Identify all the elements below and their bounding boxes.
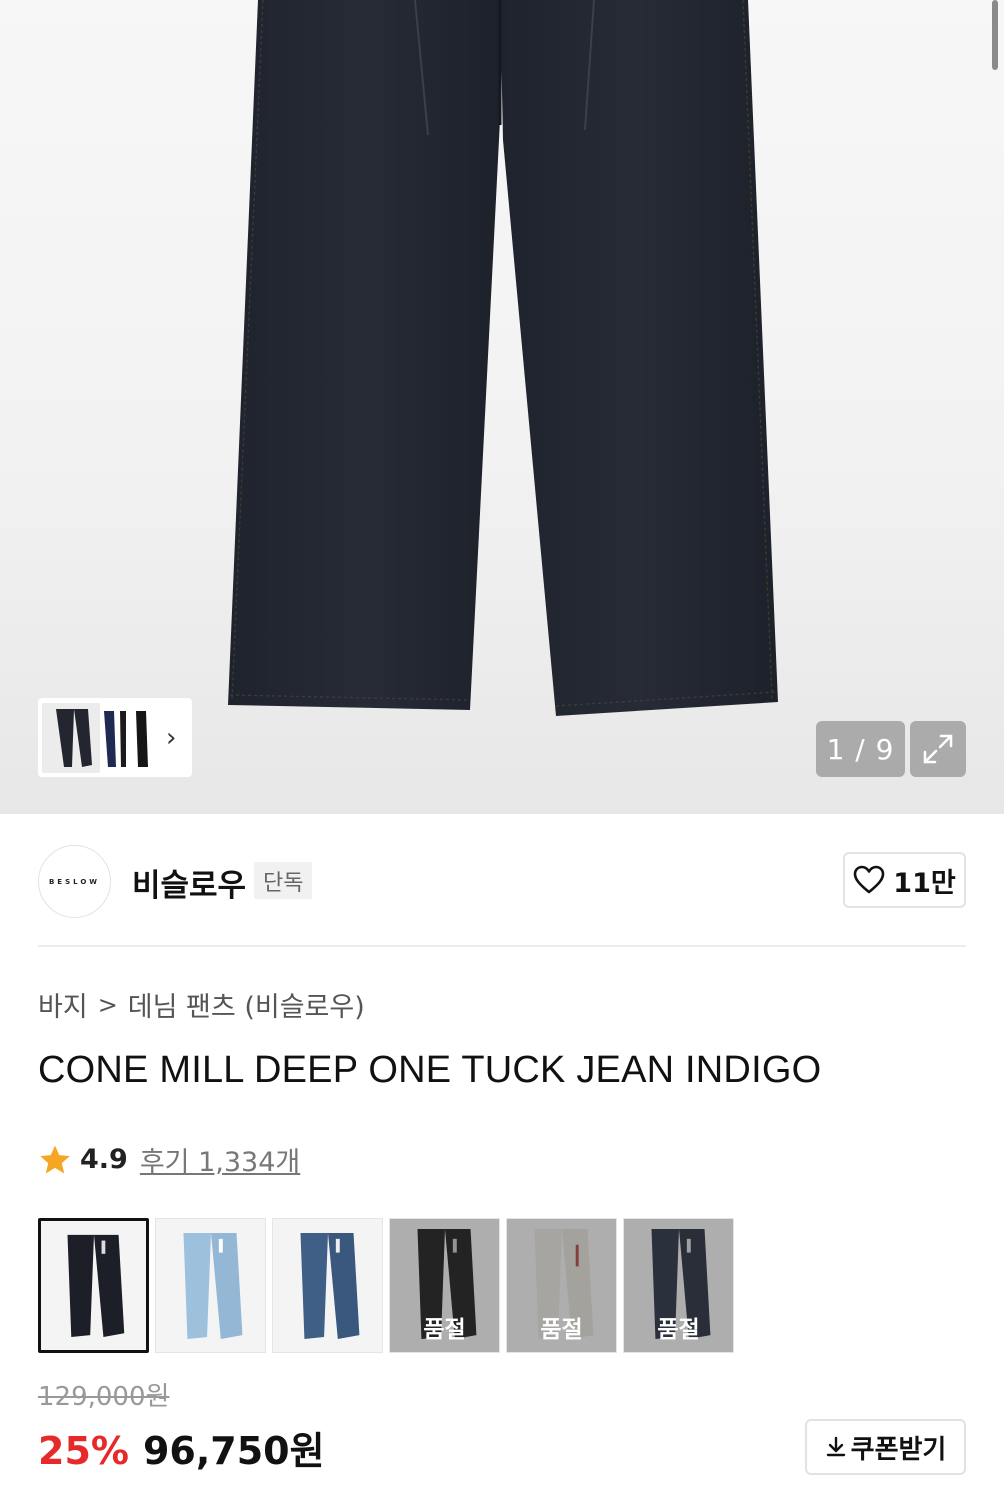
pants-swatch-image (300, 1232, 360, 1340)
sold-out-label: 품절 (657, 1317, 700, 1343)
brand-logo[interactable]: BESLOW (38, 845, 111, 918)
divider (38, 945, 966, 947)
like-button[interactable]: 11만 (843, 852, 966, 908)
original-price: 129,000원 (38, 1382, 170, 1412)
breadcrumb: 바지 > 데님 팬츠 (비슬로우) (38, 985, 365, 1024)
color-swatch-ecru[interactable]: 품절 (506, 1218, 617, 1353)
like-count: 11만 (893, 867, 956, 899)
color-options: 품절 품절 품절 (38, 1218, 734, 1353)
heart-outline-icon (853, 865, 885, 894)
review-count-link[interactable]: 후기 1,334개 (140, 1140, 300, 1179)
gallery-thumbnail-strip[interactable]: › (38, 698, 192, 777)
color-swatch-indigo-black[interactable] (38, 1218, 149, 1353)
exclusive-badge: 단독 (254, 862, 313, 899)
thumbnail-side[interactable] (100, 703, 156, 773)
brand-row: BESLOW 비슬로우 단독 11만 (38, 842, 966, 918)
color-swatch-light-blue[interactable] (155, 1218, 266, 1353)
pants-swatch-image (67, 1234, 125, 1338)
scrollbar[interactable] (992, 0, 998, 70)
coupon-download-button[interactable]: 쿠폰받기 (805, 1419, 966, 1475)
discount-rate: 25% (38, 1429, 129, 1473)
color-swatch-mid-blue[interactable] (272, 1218, 383, 1353)
download-icon (826, 1436, 845, 1457)
sold-out-label: 품절 (423, 1317, 466, 1343)
product-title: CONE MILL DEEP ONE TUCK JEAN INDIGO (38, 1049, 822, 1091)
star-icon (40, 1145, 70, 1173)
coupon-label: 쿠폰받기 (850, 1434, 947, 1465)
breadcrumb-item-denim[interactable]: 데님 팬츠 (비슬로우) (128, 985, 365, 1024)
chevron-right-icon[interactable]: › (166, 725, 176, 751)
pants-thumbnail-icon (56, 708, 92, 767)
sold-out-label: 품절 (540, 1317, 583, 1343)
chevron-right-icon: > (97, 990, 118, 1019)
rating-summary: 4.9 후기 1,334개 (38, 1140, 300, 1179)
breadcrumb-item-pants[interactable]: 바지 (38, 985, 88, 1024)
expand-button[interactable] (910, 721, 966, 777)
thumbnail-front[interactable] (42, 702, 100, 773)
price-row: 25% 96,750원 (38, 1420, 325, 1475)
expand-arrows-icon (923, 734, 953, 764)
image-counter: 1 / 9 (816, 721, 905, 777)
pants-swatch-image (183, 1232, 243, 1340)
pants-thumbnail-icon (104, 710, 148, 767)
sale-price: 96,750원 (142, 1429, 325, 1473)
product-image-gallery[interactable]: › 1 / 9 (0, 0, 1004, 814)
product-main-image (228, 0, 778, 716)
color-swatch-deep-navy[interactable]: 품절 (623, 1218, 734, 1353)
rating-score: 4.9 (80, 1144, 128, 1175)
color-swatch-black[interactable]: 품절 (389, 1218, 500, 1353)
brand-name[interactable]: 비슬로우 (132, 860, 246, 905)
